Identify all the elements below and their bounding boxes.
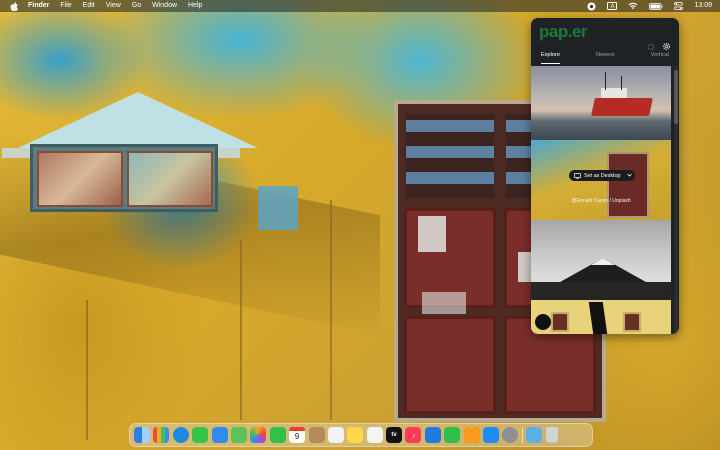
photos-icon[interactable] bbox=[250, 427, 267, 443]
dock-separator bbox=[521, 427, 523, 443]
boat-hull bbox=[591, 98, 653, 116]
tab-newest[interactable]: Newest bbox=[596, 52, 615, 64]
tab-vertical[interactable]: Vertical bbox=[651, 52, 669, 64]
brand-logo: pap.er bbox=[539, 22, 588, 41]
wallpaper-thumb-wall[interactable]: Set as Desktop @Ronald Cuyan / Unplash bbox=[531, 140, 671, 220]
menu-go[interactable]: Go bbox=[132, 0, 141, 12]
text-input-icon[interactable]: A bbox=[607, 2, 618, 10]
thumb-snowcap bbox=[591, 258, 615, 265]
facetime-icon[interactable] bbox=[269, 427, 286, 443]
menu-help[interactable]: Help bbox=[188, 0, 202, 12]
door-paper-patch bbox=[422, 292, 466, 314]
reminders-icon[interactable] bbox=[327, 427, 344, 443]
thumb-window bbox=[551, 312, 569, 332]
wall-window bbox=[30, 144, 218, 212]
menu-clock[interactable]: 13:09 bbox=[694, 0, 712, 12]
wall-crack bbox=[330, 200, 332, 420]
system-settings-icon[interactable] bbox=[502, 427, 519, 443]
wall-blue-patch bbox=[258, 186, 298, 230]
menu-edit[interactable]: Edit bbox=[83, 0, 95, 12]
thumb-door bbox=[607, 152, 649, 218]
wall-crack bbox=[240, 240, 242, 420]
contacts-icon[interactable] bbox=[308, 427, 325, 443]
window-roof bbox=[18, 92, 258, 148]
apple-menu-icon[interactable] bbox=[9, 0, 19, 12]
panel-header: pap.er Explore Newest Vertical bbox=[531, 18, 679, 64]
boat-mast bbox=[605, 72, 606, 90]
monitor-icon bbox=[574, 172, 581, 179]
notes-icon[interactable] bbox=[347, 427, 364, 443]
apple-tv-icon[interactable]: tv bbox=[386, 427, 403, 443]
panel-tabs: Explore Newest Vertical bbox=[531, 52, 679, 64]
tab-explore[interactable]: Explore bbox=[541, 52, 560, 64]
dock: 9 tv ♪ bbox=[129, 423, 593, 447]
menu-bar: Finder File Edit View Go Window Help A 1… bbox=[0, 0, 720, 12]
door-glass-left bbox=[404, 112, 496, 200]
panel-scroll-thumb[interactable] bbox=[674, 70, 678, 124]
wallpaper-thumb-boat[interactable] bbox=[531, 66, 671, 140]
window-shutter-right bbox=[127, 151, 213, 207]
wallpaper-thumb-yellow-house[interactable] bbox=[531, 300, 671, 334]
photo-credit[interactable]: @Ronald Cuyan / Unplash bbox=[531, 198, 671, 204]
paper-app-icon[interactable] bbox=[587, 1, 597, 11]
mail-icon[interactable] bbox=[211, 427, 228, 443]
messages-icon[interactable] bbox=[192, 427, 209, 443]
menu-view[interactable]: View bbox=[106, 0, 121, 12]
menu-window[interactable]: Window bbox=[152, 0, 177, 12]
battery-icon[interactable] bbox=[649, 2, 663, 10]
control-center-icon[interactable] bbox=[674, 2, 684, 10]
numbers-icon[interactable] bbox=[444, 427, 461, 443]
status-area: A 13:09 bbox=[587, 0, 712, 12]
menu-app-name[interactable]: Finder bbox=[28, 0, 49, 12]
freeform-icon[interactable] bbox=[366, 427, 383, 443]
thumb-shadow-circle bbox=[535, 314, 551, 330]
calendar-icon[interactable]: 9 bbox=[289, 427, 306, 443]
keynote-icon[interactable] bbox=[424, 427, 441, 443]
wallpaper-thumb-mountain[interactable] bbox=[531, 220, 671, 304]
pages-icon[interactable] bbox=[463, 427, 480, 443]
window-shutter-left bbox=[37, 151, 123, 207]
safari-icon[interactable] bbox=[172, 427, 189, 443]
music-note-glyph: ♪ bbox=[411, 430, 416, 440]
downloads-folder-icon[interactable] bbox=[526, 427, 543, 443]
maps-icon[interactable] bbox=[230, 427, 247, 443]
door-paper-patch bbox=[418, 216, 446, 252]
wall-crack bbox=[86, 300, 88, 440]
finder-icon[interactable] bbox=[134, 427, 150, 443]
thumb-shadow bbox=[588, 302, 608, 334]
input-source-label: A bbox=[607, 2, 618, 10]
paper-popover: pap.er Explore Newest Vertical Set as De… bbox=[531, 18, 679, 334]
set-as-desktop-label: Set as Desktop bbox=[584, 172, 621, 179]
boat-mast bbox=[621, 76, 622, 90]
launchpad-icon[interactable] bbox=[153, 427, 170, 443]
chevron-down-icon[interactable] bbox=[626, 173, 632, 179]
door-panel bbox=[404, 316, 496, 414]
trash-icon[interactable] bbox=[545, 427, 558, 443]
music-icon[interactable]: ♪ bbox=[405, 427, 422, 443]
thumb-window bbox=[623, 312, 641, 332]
app-store-icon[interactable] bbox=[483, 427, 500, 443]
wifi-icon[interactable] bbox=[628, 2, 638, 10]
calendar-day: 9 bbox=[294, 432, 300, 441]
apple-tv-label: tv bbox=[391, 432, 397, 438]
set-as-desktop-button[interactable]: Set as Desktop bbox=[569, 170, 635, 181]
menu-file[interactable]: File bbox=[60, 0, 71, 12]
